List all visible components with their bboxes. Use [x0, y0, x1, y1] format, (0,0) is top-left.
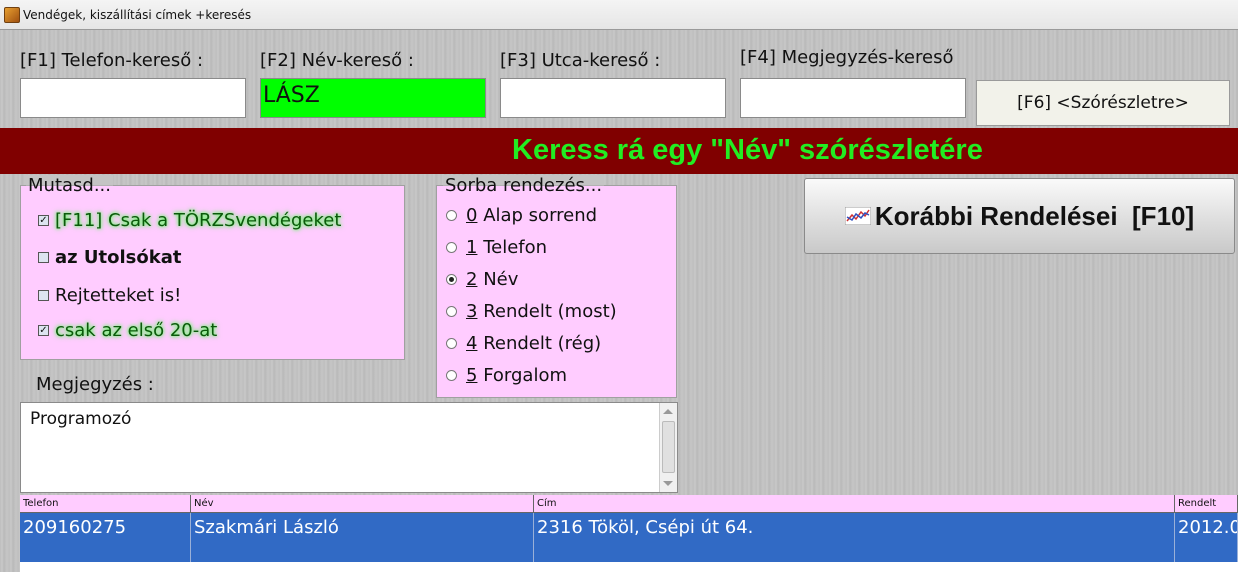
option-regular-guests[interactable]: ✓ [F11] Csak a TÖRZSvendégeket: [38, 210, 341, 231]
note-scrollbar[interactable]: [659, 403, 677, 492]
sort-option-key: 2: [466, 269, 478, 290]
radio-selected-icon[interactable]: [446, 274, 457, 285]
column-header-name[interactable]: Név: [191, 495, 534, 513]
sort-option-label: Név: [483, 269, 519, 290]
radio-icon[interactable]: [446, 338, 457, 349]
sort-option-key: 0: [466, 205, 478, 226]
street-search-input[interactable]: [500, 78, 726, 118]
name-search-label: [F2] Név-kereső :: [260, 50, 414, 71]
option-hidden[interactable]: Rejtetteket is!: [38, 285, 181, 306]
option-hidden-label: Rejtetteket is!: [55, 285, 182, 306]
sort-option-label: Rendelt (most): [483, 301, 617, 322]
option-last-ones[interactable]: az Utolsókat: [38, 247, 181, 268]
partial-word-label: [F6] <Szórészletre>: [1017, 93, 1189, 113]
previous-orders-button[interactable]: Korábbi Rendelései [F10]: [804, 178, 1235, 254]
cell-ordered: 2012.0: [1175, 513, 1238, 562]
sort-option-ordered-old[interactable]: 4 Rendelt (rég): [446, 333, 601, 354]
sort-option-key: 5: [466, 365, 478, 386]
scroll-thumb[interactable]: [662, 421, 675, 473]
sort-option-default[interactable]: 0 Alap sorrend: [446, 205, 597, 226]
radio-icon[interactable]: [446, 370, 457, 381]
checkbox-checked-icon[interactable]: ✓: [38, 325, 49, 336]
partial-word-toggle[interactable]: [F6] <Szórészletre>: [976, 80, 1230, 126]
sort-option-label: Forgalom: [483, 365, 567, 386]
previous-orders-label: Korábbi Rendelései [F10]: [874, 200, 1195, 231]
option-last-ones-label: az Utolsókat: [55, 247, 182, 268]
sort-option-ordered-now[interactable]: 3 Rendelt (most): [446, 301, 617, 322]
sort-option-label: Alap sorrend: [483, 205, 598, 226]
column-header-address[interactable]: Cím: [534, 495, 1175, 513]
sort-option-label: Telefon: [483, 237, 548, 258]
show-group-title: Mutasd...: [26, 175, 113, 196]
sort-group-title: Sorba rendezés...: [443, 175, 605, 196]
checkbox-checked-icon[interactable]: ✓: [38, 215, 49, 226]
option-first-20-label: csak az első 20-at: [55, 320, 218, 341]
title-bar: Vendégek, kiszállítási címek +keresés: [0, 0, 1238, 30]
table-row[interactable]: 209160275 Szakmári László 2316 Tököl, Cs…: [20, 513, 1238, 562]
radio-icon[interactable]: [446, 210, 457, 221]
option-first-20[interactable]: ✓ csak az első 20-at: [38, 320, 217, 341]
sort-option-label: Rendelt (rég): [483, 333, 602, 354]
column-header-phone[interactable]: Telefon: [20, 495, 191, 513]
note-search-input[interactable]: [740, 78, 966, 118]
scroll-up-icon[interactable]: [663, 409, 673, 414]
cell-name: Szakmári László: [191, 513, 534, 562]
option-regular-guests-label: [F11] Csak a TÖRZSvendégeket: [55, 210, 342, 231]
note-textarea[interactable]: Programozó: [20, 402, 678, 493]
phone-search-label: [F1] Telefon-kereső :: [20, 50, 204, 71]
note-search-label: [F4] Megjegyzés-kereső: [740, 47, 954, 68]
note-text: Programozó: [30, 409, 132, 429]
sort-option-key: 1: [466, 237, 478, 258]
sort-option-turnover[interactable]: 5 Forgalom: [446, 365, 567, 386]
hint-banner: Keress rá egy "Név" szórészletére: [0, 128, 1238, 174]
radio-icon[interactable]: [446, 306, 457, 317]
window-title: Vendégek, kiszállítási címek +keresés: [23, 7, 252, 22]
scroll-down-icon[interactable]: [663, 481, 673, 486]
column-header-ordered[interactable]: Rendelt: [1175, 495, 1238, 513]
guest-table: Telefon Név Cím Rendelt 209160275 Szakmá…: [20, 495, 1238, 572]
chart-icon: [844, 207, 871, 225]
app-icon: [4, 6, 20, 23]
phone-search-input[interactable]: [20, 78, 246, 118]
cell-phone: 209160275: [20, 513, 191, 562]
sort-option-phone[interactable]: 1 Telefon: [446, 237, 547, 258]
name-search-input[interactable]: LÁSZ: [260, 78, 486, 118]
checkbox-unchecked-icon[interactable]: [38, 252, 49, 263]
radio-icon[interactable]: [446, 242, 457, 253]
note-label: Megjegyzés :: [36, 374, 154, 395]
sort-option-key: 4: [466, 333, 478, 354]
sort-option-key: 3: [466, 301, 478, 322]
sort-option-name[interactable]: 2 Név: [446, 269, 518, 290]
hint-banner-text: Keress rá egy "Név" szórészletére: [512, 134, 983, 166]
street-search-label: [F3] Utca-kereső :: [500, 50, 661, 71]
cell-address: 2316 Tököl, Csépi út 64.: [534, 513, 1175, 562]
checkbox-unchecked-icon[interactable]: [38, 290, 49, 301]
